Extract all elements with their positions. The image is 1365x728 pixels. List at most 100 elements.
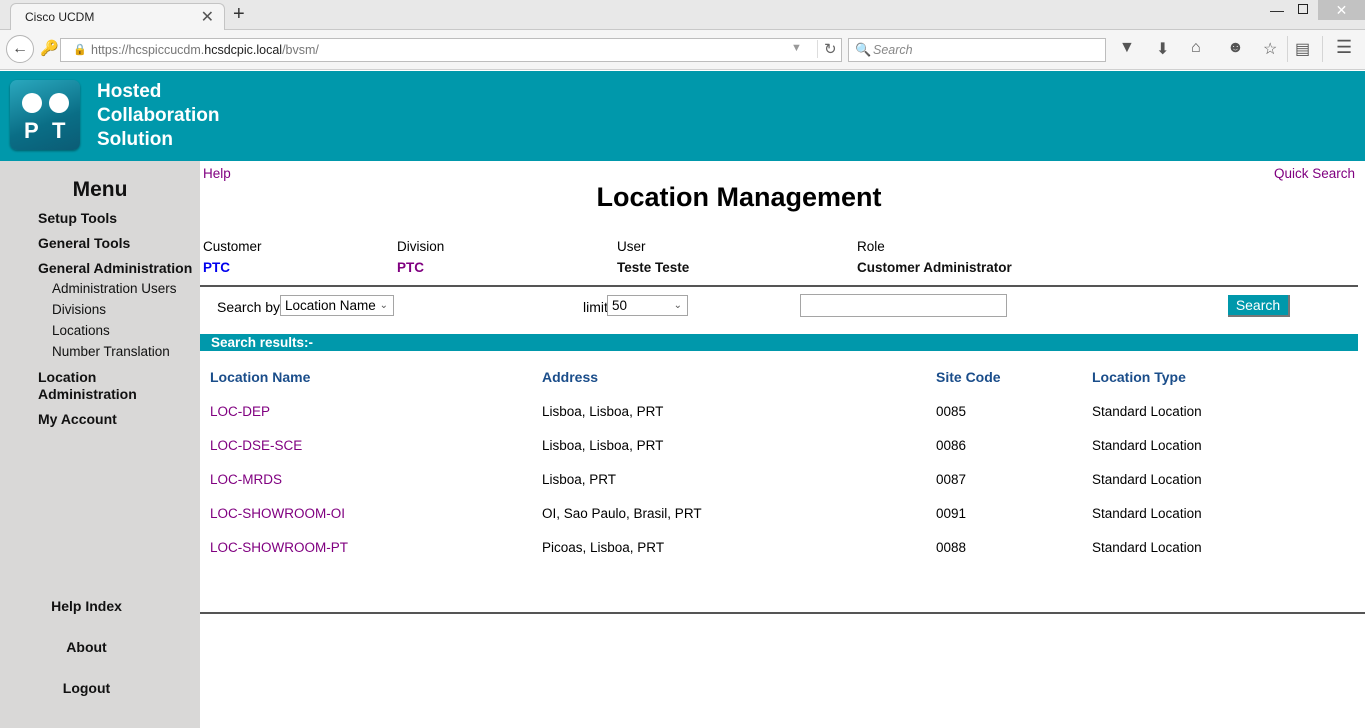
user-label: User: [617, 239, 646, 254]
location-name-link[interactable]: LOC-MRDS: [210, 472, 282, 487]
location-address: Lisboa, PRT: [542, 472, 617, 487]
hamburger-menu-icon[interactable]: ☰: [1336, 37, 1352, 58]
tab-title: Cisco UCDM: [25, 10, 95, 24]
search-by-select[interactable]: Location Name ⌄: [280, 295, 394, 316]
browser-search-bar[interactable]: 🔍 Search: [848, 38, 1106, 62]
logo-dot: [49, 93, 69, 113]
page-title: Location Management: [596, 182, 882, 212]
search-query-input[interactable]: [800, 294, 1007, 317]
url-bar[interactable]: 🔒 https://hcspiccucdm.hcsdcpic.local/bvs…: [60, 38, 842, 62]
role-label: Role: [857, 239, 885, 254]
help-link[interactable]: Help: [203, 166, 231, 181]
url-domain: hcsdcpic.local: [204, 43, 283, 57]
brand-line: Collaboration: [97, 105, 220, 126]
sidebar-item-location-administration[interactable]: Location Administration: [38, 369, 148, 403]
window-minimize-button[interactable]: —: [1270, 2, 1284, 18]
reload-icon[interactable]: ↻: [817, 40, 837, 58]
logout-link[interactable]: Logout: [0, 680, 173, 696]
main-content: Help Quick Search Location Management Cu…: [200, 161, 1365, 728]
sidebar-item-setup-tools[interactable]: Setup Tools: [38, 210, 117, 227]
lock-icon: 🔒: [73, 44, 87, 56]
division-value[interactable]: PTC: [397, 260, 424, 275]
location-type: Standard Location: [1092, 404, 1202, 419]
location-name-link[interactable]: LOC-SHOWROOM-OI: [210, 506, 345, 521]
toolbar-separator: [1322, 36, 1323, 62]
limit-selected: 50: [612, 298, 628, 313]
limit-select[interactable]: 50 ⌄: [607, 295, 688, 316]
column-header-location-type: Location Type: [1092, 369, 1186, 385]
divider: [200, 285, 1358, 287]
sidebar-item-my-account[interactable]: My Account: [38, 411, 117, 428]
location-site-code: 0088: [936, 540, 967, 555]
sidebar-item-locations[interactable]: Locations: [52, 323, 110, 338]
column-header-location-name: Location Name: [210, 369, 311, 385]
sidebar-item-general-administration[interactable]: General Administration: [38, 260, 192, 277]
location-address: OI, Sao Paulo, Brasil, PRT: [542, 506, 702, 521]
search-icon: 🔍: [855, 42, 872, 57]
pt-logo: P T: [10, 80, 80, 150]
sidebar-item-number-translation[interactable]: Number Translation: [52, 344, 170, 359]
location-site-code: 0086: [936, 438, 967, 453]
sidebar-item-divisions[interactable]: Divisions: [52, 302, 106, 317]
brand-line: Hosted: [97, 81, 162, 102]
browser-search-placeholder: Search: [873, 43, 913, 57]
window-close-button[interactable]: ✕: [1318, 0, 1365, 20]
location-type: Standard Location: [1092, 540, 1202, 555]
location-site-code: 0085: [936, 404, 967, 419]
url-dropdown-icon[interactable]: ▼: [791, 42, 802, 54]
quick-search-link[interactable]: Quick Search: [1274, 166, 1355, 181]
key-icon[interactable]: 🔑: [40, 39, 59, 57]
search-results-bar: Search results:-: [200, 334, 1358, 351]
customer-label: Customer: [203, 239, 262, 254]
browser-tab[interactable]: Cisco UCDM ✕: [10, 3, 225, 31]
download-icon[interactable]: ⬇: [1156, 39, 1169, 59]
back-button[interactable]: ←: [6, 35, 34, 63]
location-site-code: 0087: [936, 472, 967, 487]
site-header: P T Hosted Collaboration Solution: [0, 71, 1365, 161]
location-type: Standard Location: [1092, 438, 1202, 453]
divider: [200, 612, 1365, 614]
customer-value[interactable]: PTC: [203, 260, 230, 275]
window-restore-button[interactable]: [1298, 4, 1308, 14]
location-name-link[interactable]: LOC-DEP: [210, 404, 270, 419]
chevron-down-icon: ⌄: [673, 300, 682, 311]
bookmark-star-icon[interactable]: ☆: [1263, 39, 1277, 59]
chevron-down-icon: ⌄: [379, 300, 388, 311]
location-type: Standard Location: [1092, 472, 1202, 487]
location-name-link[interactable]: LOC-SHOWROOM-PT: [210, 540, 348, 555]
logo-letter: P: [24, 118, 39, 143]
menu-title: Menu: [72, 178, 128, 201]
brand-title: Hosted Collaboration Solution: [97, 80, 219, 152]
url-prefix: https://hcspiccucdm.: [91, 43, 205, 57]
column-header-site-code: Site Code: [936, 369, 1001, 385]
logo-letter: T: [52, 118, 66, 143]
pocket-icon[interactable]: ▼: [1119, 39, 1135, 57]
new-tab-button[interactable]: +: [233, 3, 245, 26]
tab-close-icon[interactable]: ✕: [201, 7, 214, 27]
search-results-label: Search results:-: [211, 335, 314, 350]
limit-label: limit: [583, 299, 608, 315]
sidebar-item-administration-users[interactable]: Administration Users: [52, 281, 177, 296]
brand-line: Solution: [97, 129, 173, 150]
home-icon[interactable]: ⌂: [1191, 39, 1201, 57]
location-name-link[interactable]: LOC-DSE-SCE: [210, 438, 302, 453]
url-path: /bvsm/: [282, 43, 319, 57]
search-button[interactable]: Search: [1228, 295, 1290, 317]
browser-nav-bar: ← 🔑 🔒 https://hcspiccucdm.hcsdcpic.local…: [0, 30, 1365, 70]
sidebar-menu: Menu Setup Tools General Tools General A…: [0, 161, 200, 728]
reading-list-icon[interactable]: ▤: [1295, 39, 1310, 59]
browser-tab-bar: Cisco UCDM ✕ + — ✕: [0, 0, 1365, 31]
location-site-code: 0091: [936, 506, 967, 521]
chat-icon[interactable]: ☻: [1227, 39, 1244, 57]
logo-dot: [22, 93, 42, 113]
about-link[interactable]: About: [0, 639, 173, 655]
division-label: Division: [397, 239, 445, 254]
location-address: Picoas, Lisboa, PRT: [542, 540, 665, 555]
role-value: Customer Administrator: [857, 260, 1012, 275]
search-by-label: Search by: [217, 299, 281, 315]
sidebar-item-general-tools[interactable]: General Tools: [38, 235, 130, 252]
url-text: https://hcspiccucdm.hcsdcpic.local/bvsm/: [91, 43, 319, 57]
column-header-address: Address: [542, 369, 599, 385]
location-address: Lisboa, Lisboa, PRT: [542, 438, 664, 453]
help-index-link[interactable]: Help Index: [0, 598, 173, 614]
